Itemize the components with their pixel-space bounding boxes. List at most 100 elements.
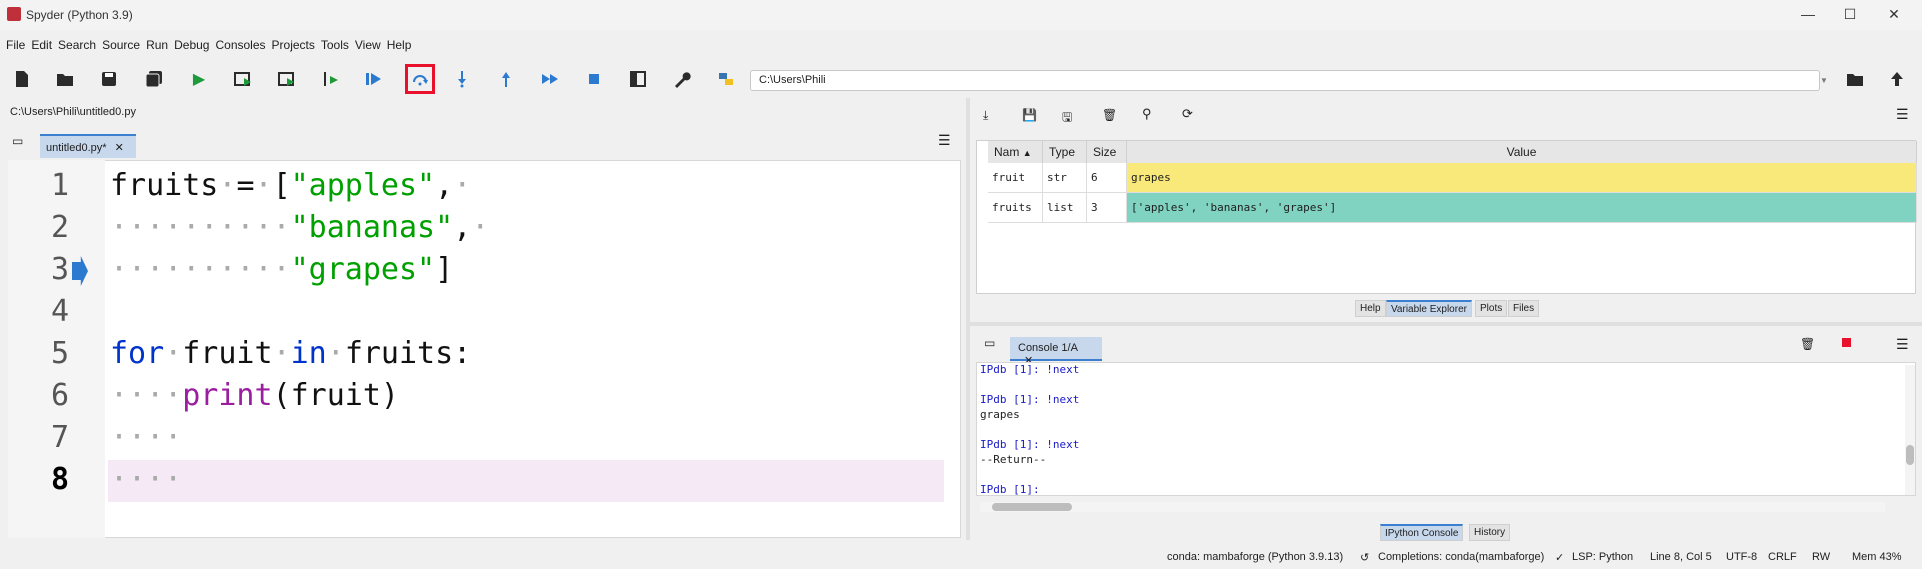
console-line: grapes: [980, 408, 1020, 421]
debug-icon[interactable]: [363, 68, 385, 90]
chevron-down-icon[interactable]: ▼: [1820, 70, 1832, 91]
python-path-icon[interactable]: [715, 68, 737, 90]
console-vertical-scrollbar[interactable]: [1905, 365, 1915, 495]
new-file-icon[interactable]: [11, 68, 33, 90]
save-data-as-icon[interactable]: 🖫: [1062, 108, 1072, 129]
editor-options-menu-icon[interactable]: ☰: [938, 132, 951, 149]
title-bar: Spyder (Python 3.9) — ☐ ✕: [0, 0, 1922, 30]
current-line-highlight: [108, 460, 944, 502]
line-number: 2: [50, 210, 70, 245]
code-line: ··········"grapes"]: [110, 252, 454, 287]
close-icon[interactable]: ✕: [1884, 6, 1904, 23]
column-header-name[interactable]: Nam ▲: [988, 141, 1043, 163]
continue-icon[interactable]: [539, 68, 561, 90]
variable-size: 6: [1087, 163, 1127, 193]
minimize-icon[interactable]: —: [1798, 6, 1818, 22]
console-line: --Return--: [980, 453, 1047, 466]
remove-console-icon[interactable]: 🗑: [1800, 337, 1815, 351]
run-cell-advance-icon[interactable]: [276, 68, 298, 90]
status-memory: Mem 43%: [1852, 551, 1902, 563]
variable-value[interactable]: ['apples', 'bananas', 'grapes']: [1127, 193, 1917, 223]
browse-consoles-icon[interactable]: ▭: [984, 336, 995, 350]
menu-view[interactable]: View: [355, 38, 381, 52]
save-data-icon[interactable]: 💾: [1022, 108, 1037, 122]
menu-source[interactable]: Source: [102, 38, 140, 52]
ipython-console[interactable]: [976, 362, 1916, 496]
save-all-icon[interactable]: [143, 68, 165, 90]
import-data-icon[interactable]: ⤓: [983, 108, 988, 123]
tab-console-1a[interactable]: Console 1/A ✕: [1010, 337, 1102, 367]
status-bar: conda: mambaforge (Python 3.9.13) ↺ Comp…: [0, 548, 1922, 569]
pane-splitter[interactable]: [966, 98, 970, 540]
code-line: ··········"bananas",·: [110, 210, 490, 245]
step-return-icon[interactable]: [495, 68, 517, 90]
remove-all-variables-icon[interactable]: 🗑: [1102, 108, 1117, 122]
console-options-icon[interactable]: ☰: [1896, 336, 1909, 353]
variable-name[interactable]: fruit: [988, 163, 1043, 193]
menu-bar: File Edit Search Source Run Debug Consol…: [0, 34, 1922, 56]
variable-value[interactable]: grapes: [1127, 163, 1917, 193]
debug-step-over-button[interactable]: [405, 64, 435, 94]
close-tab-icon[interactable]: ✕: [115, 142, 124, 154]
menu-consoles[interactable]: Consoles: [215, 38, 265, 52]
check-icon: ✓: [1555, 552, 1565, 564]
open-file-icon[interactable]: [54, 68, 76, 90]
pane-splitter[interactable]: [970, 322, 1922, 326]
status-completions[interactable]: Completions: conda(mambaforge): [1378, 551, 1544, 563]
tab-help[interactable]: Help: [1355, 300, 1386, 317]
run-icon[interactable]: ▶: [188, 68, 210, 90]
column-header-type[interactable]: Type: [1043, 141, 1087, 163]
menu-debug[interactable]: Debug: [174, 38, 209, 52]
menu-file[interactable]: File: [6, 38, 25, 52]
status-lsp[interactable]: LSP: Python: [1572, 551, 1633, 563]
menu-run[interactable]: Run: [146, 38, 168, 52]
menu-edit[interactable]: Edit: [31, 38, 52, 52]
variable-explorer-options-icon[interactable]: ☰: [1896, 106, 1909, 123]
status-encoding: UTF-8: [1726, 551, 1758, 563]
console-line: IPdb [1]:: [980, 483, 1040, 496]
preferences-wrench-icon[interactable]: [671, 68, 693, 90]
browse-folder-icon[interactable]: [1844, 68, 1866, 90]
stop-debug-icon[interactable]: [583, 68, 605, 90]
tab-untitled0[interactable]: untitled0.py* ✕: [40, 134, 136, 158]
console-line: IPdb [1]: !next: [980, 393, 1080, 406]
menu-search[interactable]: Search: [58, 38, 96, 52]
search-icon[interactable]: ⚲: [1142, 106, 1152, 122]
column-header-value[interactable]: Value: [1127, 141, 1917, 163]
tab-files[interactable]: Files: [1508, 300, 1540, 317]
status-cursor-position: Line 8, Col 5: [1650, 551, 1712, 563]
menu-help[interactable]: Help: [387, 38, 412, 52]
console-horizontal-scrollbar[interactable]: [980, 502, 1885, 512]
variable-type: str: [1043, 163, 1087, 193]
run-cell-icon[interactable]: [232, 68, 254, 90]
browse-tabs-icon[interactable]: ▭: [12, 134, 23, 148]
variable-table: Nam ▲ Type Size Value fruit str 6 grapes…: [976, 140, 1917, 294]
refresh-icon[interactable]: ⟳: [1182, 106, 1193, 122]
variable-name[interactable]: fruits: [988, 193, 1043, 223]
menu-tools[interactable]: Tools: [321, 38, 349, 52]
tab-plots[interactable]: Plots: [1475, 300, 1508, 317]
line-number: 8: [50, 462, 70, 497]
code-line: fruits·=·["apples",·: [110, 168, 472, 203]
parent-directory-icon[interactable]: [1886, 68, 1908, 90]
window-title: Spyder (Python 3.9): [26, 8, 133, 22]
code-line: ····print(fruit): [110, 378, 399, 413]
tab-variable-explorer[interactable]: Variable Explorer: [1386, 300, 1472, 317]
run-selection-icon[interactable]: [320, 68, 342, 90]
working-directory-input[interactable]: C:\Users\Phili: [750, 70, 1820, 91]
column-header-size[interactable]: Size: [1087, 141, 1127, 163]
stop-kernel-icon[interactable]: [1842, 338, 1851, 347]
tab-label: untitled0.py*: [46, 142, 107, 154]
console-line: IPdb [1]: !next: [980, 363, 1080, 376]
variable-size: 3: [1087, 193, 1127, 223]
code-line: ····: [110, 420, 183, 455]
maximize-pane-icon[interactable]: [627, 68, 649, 90]
status-environment[interactable]: conda: mambaforge (Python 3.9.13): [1167, 551, 1343, 563]
tab-ipython-console[interactable]: IPython Console: [1380, 524, 1464, 541]
tab-history[interactable]: History: [1469, 524, 1511, 541]
maximize-icon[interactable]: ☐: [1840, 6, 1860, 23]
save-icon[interactable]: [98, 68, 120, 90]
line-number: 4: [50, 294, 70, 329]
menu-projects[interactable]: Projects: [272, 38, 315, 52]
step-into-icon[interactable]: [451, 68, 473, 90]
